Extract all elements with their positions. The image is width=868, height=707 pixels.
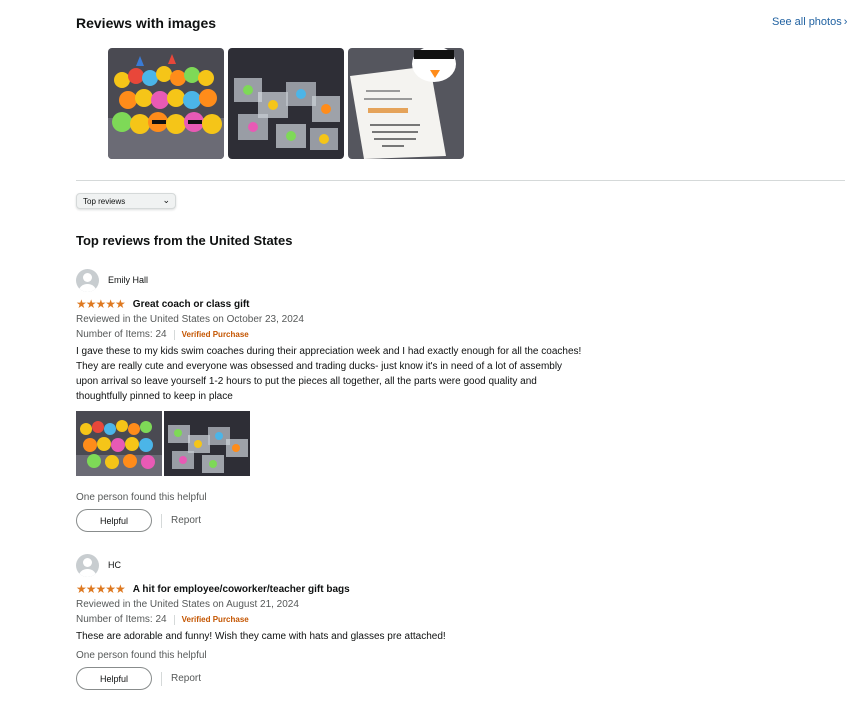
sort-selected-value: Top reviews — [83, 196, 126, 206]
review-image-thumbnail-ducks[interactable] — [108, 48, 224, 159]
bagged-ducks-photo — [228, 48, 344, 159]
review-photo-bags[interactable] — [164, 411, 250, 476]
review-image-thumbnail-bags[interactable] — [228, 48, 344, 159]
review-item: HC ★★★★★ A hit for employee/coworker/tea… — [76, 553, 636, 690]
chevron-down-icon: ⌄ — [162, 195, 170, 205]
duck-collection-photo — [108, 48, 224, 159]
review-title[interactable]: A hit for employee/coworker/teacher gift… — [133, 584, 350, 595]
verified-purchase-badge: Verified Purchase — [181, 615, 249, 624]
see-all-photos-label: See all photos — [772, 16, 842, 28]
separator — [161, 513, 162, 528]
chevron-right-icon: › — [843, 16, 848, 28]
reviews-with-images-heading: Reviews with images — [76, 15, 217, 31]
reviewer-name[interactable]: Emily Hall — [108, 275, 148, 285]
star-rating[interactable]: ★★★★★ — [76, 298, 126, 310]
avatar — [76, 553, 99, 577]
helpful-count: One person found this helpful — [76, 492, 207, 503]
avatar — [76, 268, 99, 292]
number-of-items: Number of Items: 24 — [76, 614, 167, 625]
report-link[interactable]: Report — [171, 515, 201, 526]
review-image-thumbnail-note[interactable] — [348, 48, 464, 159]
review-date: Reviewed in the United States on August … — [76, 599, 299, 610]
reviewer-name[interactable]: HC — [108, 560, 121, 570]
report-link[interactable]: Report — [171, 673, 201, 684]
review-date: Reviewed in the United States on October… — [76, 314, 304, 325]
review-photo-ducks[interactable] — [76, 411, 162, 476]
top-reviews-heading: Top reviews from the United States — [76, 233, 293, 248]
helpful-count: One person found this helpful — [76, 650, 207, 661]
star-rating[interactable]: ★★★★★ — [76, 583, 126, 595]
review-body: These are adorable and funny! Wish they … — [76, 631, 446, 642]
verified-purchase-badge: Verified Purchase — [181, 330, 249, 339]
number-of-items: Number of Items: 24 — [76, 329, 167, 340]
separator — [173, 329, 175, 340]
review-item: Emily Hall ★★★★★ Great coach or class gi… — [76, 268, 636, 532]
review-body: I gave these to my kids swim coaches dur… — [76, 346, 582, 402]
duck-collection-photo — [76, 411, 162, 476]
review-title[interactable]: Great coach or class gift — [133, 299, 250, 310]
bagged-ducks-photo — [164, 411, 250, 476]
sort-reviews-dropdown[interactable]: Top reviews ⌄ — [76, 193, 176, 209]
see-all-photos-link[interactable]: See all photos › — [772, 16, 847, 28]
note-card-photo — [348, 48, 464, 159]
helpful-button[interactable]: Helpful — [76, 667, 152, 690]
separator — [161, 671, 162, 686]
helpful-button[interactable]: Helpful — [76, 509, 152, 532]
section-divider — [76, 180, 845, 181]
separator — [173, 614, 175, 625]
